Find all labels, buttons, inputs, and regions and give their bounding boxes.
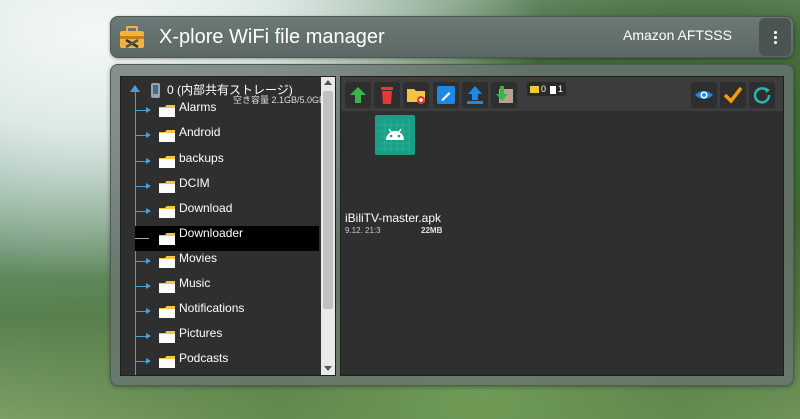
toolbox-icon (120, 26, 144, 49)
refresh-button[interactable] (749, 82, 775, 108)
view-eye-icon (695, 91, 713, 99)
tree-item-android[interactable]: Android (121, 123, 319, 148)
menu-button[interactable] (759, 18, 791, 56)
arrow-right-icon (146, 258, 151, 264)
select-button[interactable] (720, 82, 746, 108)
download-button[interactable] (491, 82, 517, 108)
phone-icon (151, 83, 160, 98)
scroll-thumb[interactable] (323, 91, 333, 309)
folder-label: Android (179, 125, 221, 139)
folder-label: backups (179, 151, 224, 165)
tree-item-movies[interactable]: Movies (121, 249, 319, 274)
rename-pencil-icon (437, 86, 455, 104)
folder-label: Pictures (179, 326, 223, 340)
folder-label: Podcasts (179, 351, 229, 365)
arrow-right-icon (146, 308, 151, 314)
device-name: Amazon AFTSSS (623, 27, 732, 43)
tree-item-notifications[interactable]: Notifications (121, 299, 319, 324)
folder-count: 0 (541, 84, 547, 94)
folder-icon (159, 105, 175, 117)
file-date: 9.12. 21:3 (345, 226, 381, 235)
file-list-pane[interactable]: 01 iBiliTV-master.apk 9.12. 21:3 22MB (340, 76, 784, 376)
folder-icon (159, 306, 175, 318)
folder-icon (159, 233, 175, 245)
file-count: 1 (558, 84, 564, 94)
select-check-icon (723, 86, 743, 104)
vertical-dots-icon (774, 31, 777, 34)
folder-icon (159, 156, 175, 168)
upload-button[interactable] (462, 82, 488, 108)
arrow-right-icon (146, 132, 151, 138)
tree-item-alarms[interactable]: Alarms (121, 98, 319, 123)
folder-label: Download (179, 201, 233, 215)
file-size: 22MB (421, 226, 443, 235)
upload-icon (467, 86, 483, 104)
scroll-up-arrow-icon[interactable] (324, 80, 332, 85)
tree-item-music[interactable]: Music (121, 274, 319, 299)
collapse-arrow-icon[interactable] (130, 85, 140, 92)
go-up-button[interactable] (345, 82, 371, 108)
download-icon (496, 86, 513, 103)
rename-button[interactable] (433, 82, 459, 108)
file-count-icon (550, 85, 557, 94)
folder-label: Music (179, 276, 211, 290)
go-up-arrow-icon (350, 87, 366, 103)
folder-icon (159, 281, 175, 293)
folder-label: Notifications (179, 301, 245, 315)
delete-button[interactable] (374, 82, 400, 108)
tree-item-pictures[interactable]: Pictures (121, 324, 319, 349)
arrow-right-icon (146, 333, 151, 339)
tree-scrollbar[interactable] (321, 77, 335, 375)
folder-icon (159, 130, 175, 142)
arrow-right-icon (146, 358, 151, 364)
folder-icon (159, 256, 175, 268)
tree-item-podcasts[interactable]: Podcasts (121, 349, 319, 374)
refresh-icon (753, 87, 771, 104)
folder-label: DCIM (179, 176, 210, 190)
new-folder-icon (407, 89, 425, 104)
file-toolbar: 01 (341, 77, 783, 111)
tree-item-dcim[interactable]: DCIM (121, 174, 319, 199)
app-header: X-plore WiFi file manager Amazon AFTSSS (110, 16, 794, 58)
arrow-right-icon (146, 283, 151, 289)
arrow-right-icon (146, 208, 151, 214)
folder-label: Movies (179, 251, 218, 265)
selection-counter: 01 (527, 82, 567, 96)
arrow-right-icon (146, 158, 151, 164)
folder-tree[interactable]: 0 (内部共有ストレージ) 空き容量 2.1GB/5.0GB Alarms An… (120, 76, 336, 376)
new-folder-button[interactable] (403, 82, 429, 108)
folder-icon (159, 206, 175, 218)
delete-trash-icon (381, 87, 393, 104)
arrow-right-icon (146, 107, 151, 113)
tree-item-downloader[interactable]: Downloader (135, 226, 319, 251)
tree-item-backups[interactable]: backups (121, 149, 319, 174)
scroll-down-arrow-icon[interactable] (324, 366, 332, 371)
folder-label: Downloader (179, 226, 244, 240)
view-button[interactable] (691, 82, 717, 108)
tree-item-download[interactable]: Download (121, 199, 319, 224)
folder-count-icon (530, 86, 539, 94)
app-title: X-plore WiFi file manager (159, 26, 385, 48)
arrow-right-icon (146, 183, 151, 189)
file-name: iBiliTV-master.apk (345, 211, 442, 225)
folder-icon (159, 181, 175, 193)
folder-icon (159, 356, 175, 368)
folder-label: Alarms (179, 100, 217, 114)
folder-icon (159, 331, 175, 343)
android-apk-icon (375, 115, 415, 155)
